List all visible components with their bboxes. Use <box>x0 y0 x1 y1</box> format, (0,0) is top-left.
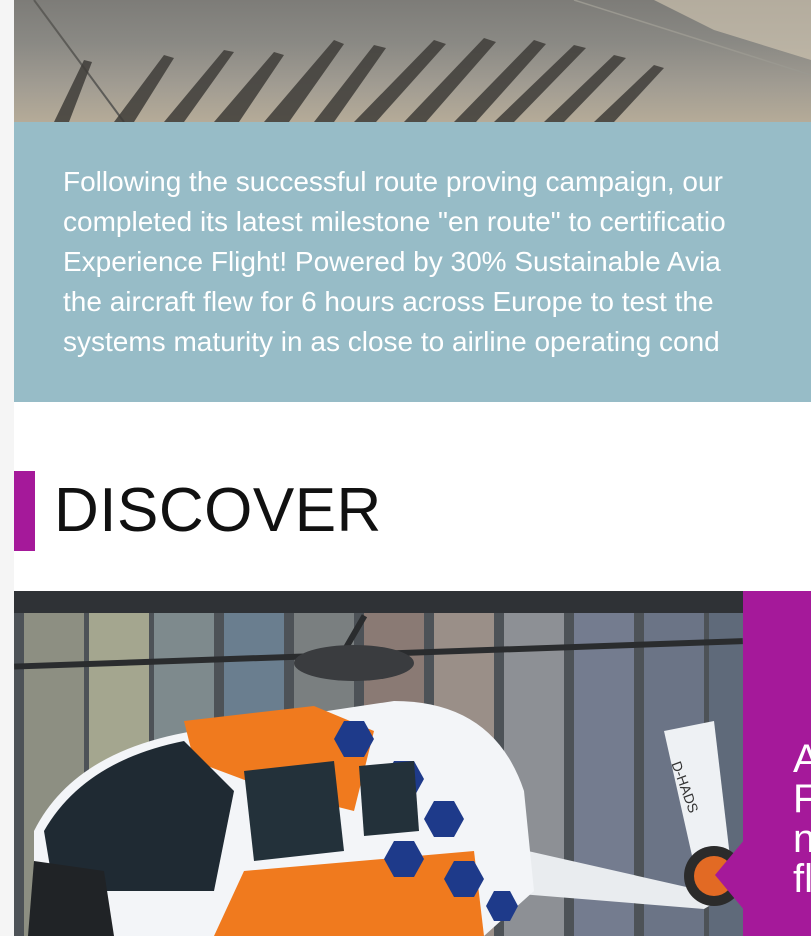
info-line: Following the successful route proving c… <box>63 166 723 197</box>
hero-photo-shadows <box>14 0 811 122</box>
info-line: systems maturity in as close to airline … <box>63 326 720 357</box>
section-title: DISCOVER <box>54 476 382 545</box>
feature-text-panel[interactable]: A F n fl <box>743 591 811 936</box>
info-line: completed its latest milestone "en route… <box>63 206 726 237</box>
panel-line: A <box>793 737 811 781</box>
info-box: Following the successful route proving c… <box>14 122 811 402</box>
panel-line: F <box>793 777 811 821</box>
panel-notch <box>715 839 745 911</box>
info-text: Following the successful route proving c… <box>63 162 811 362</box>
panel-line: n <box>793 817 811 861</box>
panel-line: fl <box>793 857 811 901</box>
feature-card[interactable]: D-HADS A F n fl <box>14 591 811 936</box>
left-gutter <box>0 0 14 936</box>
feature-panel-text: A F n fl <box>793 739 811 899</box>
helicopter-photo[interactable]: D-HADS <box>14 591 743 936</box>
accent-bar <box>14 471 35 551</box>
info-line: the aircraft flew for 6 hours across Eur… <box>63 286 714 317</box>
discover-heading: DISCOVER <box>14 471 514 551</box>
info-line: Experience Flight! Powered by 30% Sustai… <box>63 246 721 277</box>
